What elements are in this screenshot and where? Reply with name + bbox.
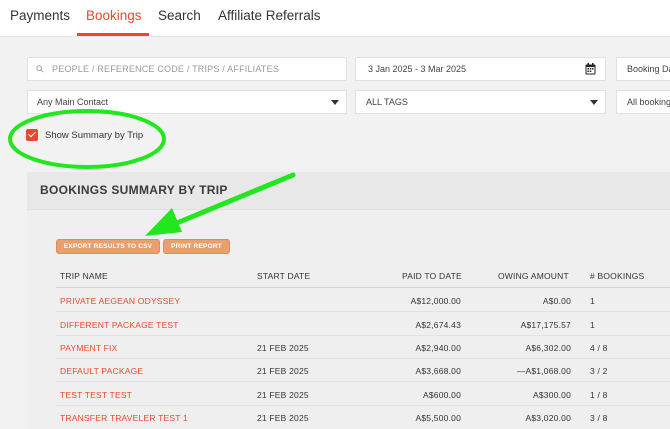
owing-cell: A$6,302.00 — [525, 343, 571, 353]
calendar-icon[interactable] — [585, 63, 596, 75]
chevron-down-icon — [331, 100, 339, 105]
bookings-cell: 1 — [590, 296, 595, 306]
col-header-start-date[interactable]: START DATE — [257, 271, 310, 281]
bookings-cell: 1 / 8 — [590, 390, 608, 400]
tags-select[interactable]: ALL TAGS — [355, 90, 606, 114]
start-date-cell: 21 FEB 2025 — [257, 343, 309, 353]
date-type-select[interactable]: Booking Da — [616, 57, 670, 81]
owing-cell: A$17,175.57 — [520, 320, 571, 330]
row-divider — [56, 405, 670, 406]
bookings-value: All booking — [627, 97, 670, 107]
active-tab-indicator — [77, 33, 149, 36]
search-placeholder: PEOPLE / REFERENCE CODE / TRIPS / AFFILI… — [52, 64, 280, 74]
search-icon — [36, 65, 44, 73]
paid-cell: A$600.00 — [423, 390, 461, 400]
export-csv-button[interactable]: EXPORT RESULTS TO CSV — [56, 239, 160, 254]
paid-cell: A$5,500.00 — [415, 413, 461, 423]
top-nav: Payments Bookings Search Affiliate Refer… — [0, 0, 670, 37]
start-date-cell: 21 FEB 2025 — [257, 390, 309, 400]
tab-bookings[interactable]: Bookings — [86, 8, 142, 23]
paid-cell: A$2,940.00 — [415, 343, 461, 353]
search-input[interactable]: PEOPLE / REFERENCE CODE / TRIPS / AFFILI… — [27, 57, 347, 81]
date-range-field[interactable]: 3 Jan 2025 - 3 Mar 2025 — [355, 57, 606, 81]
tags-value: ALL TAGS — [366, 97, 408, 107]
row-divider — [56, 381, 670, 382]
trip-name-link[interactable]: DIFFERENT PACKAGE TEST — [60, 320, 179, 330]
bookings-select[interactable]: All booking — [616, 90, 670, 114]
col-header-trip-name[interactable]: TRIP NAME — [60, 271, 108, 281]
bookings-cell: 1 — [590, 320, 595, 330]
trip-name-link[interactable]: PRIVATE AEGEAN ODYSSEY — [60, 296, 180, 306]
owing-cell: A$3,020.00 — [525, 413, 571, 423]
trip-name-link[interactable]: DEFAULT PACKAGE — [60, 366, 143, 376]
tab-search[interactable]: Search — [158, 8, 201, 23]
bookings-cell: 3 / 8 — [590, 413, 608, 423]
trip-name-link[interactable]: TRANSFER TRAVELER TEST 1 — [60, 413, 188, 423]
owing-cell: A$300.00 — [533, 390, 571, 400]
summary-checkbox[interactable] — [26, 129, 38, 141]
bookings-cell: 3 / 2 — [590, 366, 608, 376]
paid-cell: A$3,668.00 — [415, 366, 461, 376]
print-report-button[interactable]: PRINT REPORT — [163, 239, 230, 254]
start-date-cell: 21 FEB 2025 — [257, 366, 309, 376]
date-range-value: 3 Jan 2025 - 3 Mar 2025 — [368, 64, 467, 74]
chevron-down-icon — [590, 100, 598, 105]
main-contact-value: Any Main Contact — [37, 97, 109, 107]
tab-payments[interactable]: Payments — [10, 8, 70, 23]
date-type-value: Booking Da — [627, 64, 670, 74]
main-contact-select[interactable]: Any Main Contact — [27, 90, 347, 114]
trip-name-link[interactable]: PAYMENT FIX — [60, 343, 117, 353]
summary-title: BOOKINGS SUMMARY BY TRIP — [40, 183, 228, 197]
owing-cell: A$0.00 — [542, 296, 571, 306]
col-header-paid-to-date[interactable]: PAID TO DATE — [402, 271, 462, 281]
tab-affiliate-referrals[interactable]: Affiliate Referrals — [218, 8, 321, 23]
trip-name-link[interactable]: TEST TEST TEST — [60, 390, 132, 400]
col-header-owing-amount[interactable]: OWING AMOUNT — [498, 271, 569, 281]
col-header-bookings[interactable]: # BOOKINGS — [590, 271, 644, 281]
summary-toggle[interactable]: Show Summary by Trip — [26, 129, 143, 141]
row-divider — [56, 335, 670, 336]
owing-cell: —A$1,068.00 — [516, 366, 571, 376]
summary-toggle-label: Show Summary by Trip — [45, 129, 144, 141]
table-header-divider — [56, 287, 670, 288]
paid-cell: A$2,674.43 — [415, 320, 461, 330]
row-divider — [56, 311, 670, 312]
start-date-cell: 21 FEB 2025 — [257, 413, 309, 423]
row-divider — [56, 358, 670, 359]
bookings-cell: 4 / 8 — [590, 343, 608, 353]
paid-cell: A$12,000.00 — [410, 296, 461, 306]
